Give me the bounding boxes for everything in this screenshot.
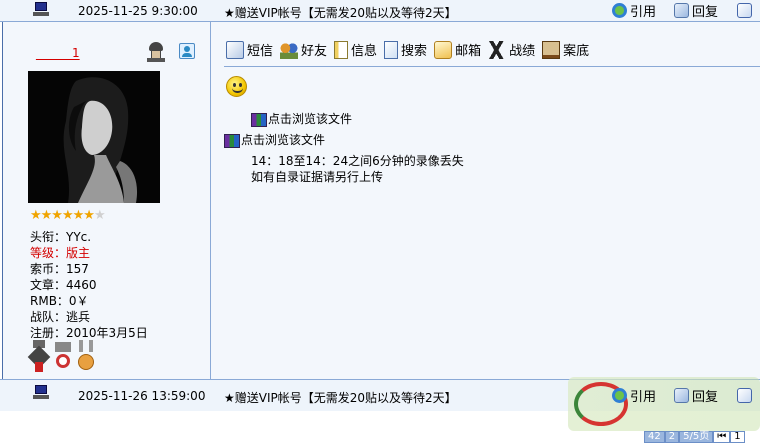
search-button[interactable]: 搜索 xyxy=(384,40,427,59)
quote-button[interactable]: 引用 xyxy=(612,386,657,405)
user-level: 等级：版主 xyxy=(30,246,91,260)
avatar xyxy=(28,71,160,203)
user-title: 头衔：YYc. xyxy=(30,230,92,244)
user-posts: 文章：4460 xyxy=(30,278,97,292)
computer-icon xyxy=(33,2,49,16)
friends-icon xyxy=(280,40,299,59)
record-button[interactable]: 战绩 xyxy=(488,40,535,59)
post-text-line: 如有自录证据请另行上传 xyxy=(251,170,384,184)
reply-button[interactable]: 回复 xyxy=(674,1,719,20)
soldier-icon xyxy=(488,40,507,59)
user-coins: 索币：157 xyxy=(30,262,89,276)
quote-icon xyxy=(612,387,627,403)
friend-button[interactable]: 好友 xyxy=(280,40,327,59)
info-label: 信息 xyxy=(351,44,378,59)
post-table xyxy=(2,0,760,411)
mail-button[interactable]: 邮箱 xyxy=(434,40,481,59)
sms-icon xyxy=(226,40,244,59)
post-title: ★赠送VIP帐号【无需发20贴以及等待2天】 xyxy=(224,391,457,405)
bottom-record-label: 案底 xyxy=(563,44,590,59)
quote-icon xyxy=(612,2,627,18)
edit-icon xyxy=(737,387,752,403)
pagination: 42 2 5/5页 ⏮ 1 xyxy=(644,431,745,443)
post-date: 2025-11-26 13:59:00 xyxy=(78,389,206,403)
edit-button[interactable] xyxy=(737,386,755,404)
mail-label: 邮箱 xyxy=(455,44,482,59)
pager-page-count: 5/5页 xyxy=(679,431,714,443)
user-status-icon xyxy=(146,42,166,62)
pager-total: 42 xyxy=(644,431,665,443)
user-team: 战队：逃兵 xyxy=(30,310,91,324)
rar-file-icon xyxy=(224,134,240,148)
medal-icon xyxy=(27,340,51,374)
info-icon xyxy=(334,40,349,59)
reply-icon xyxy=(674,387,689,403)
friend-label: 好友 xyxy=(301,44,328,59)
rar-file-icon xyxy=(251,113,267,127)
bottom-record-button[interactable]: 案底 xyxy=(542,40,589,59)
computer-icon xyxy=(33,385,49,399)
reply-label: 回复 xyxy=(692,4,719,20)
edit-icon xyxy=(737,2,752,18)
search-label: 搜索 xyxy=(401,44,428,59)
user-rating-stars: ★★★★★★★ xyxy=(30,208,106,223)
reply-button[interactable]: 回复 xyxy=(674,386,719,405)
search-icon xyxy=(384,40,399,59)
attachment-label: 点击浏览该文件 xyxy=(268,112,353,126)
quote-button[interactable]: 引用 xyxy=(612,1,657,20)
medal-icon xyxy=(53,342,73,374)
medal-icon xyxy=(76,340,96,376)
edit-button[interactable] xyxy=(737,1,755,19)
content-divider xyxy=(224,66,760,67)
reply-label: 回复 xyxy=(692,389,719,405)
medals xyxy=(27,340,99,376)
username-link[interactable]: ______1 xyxy=(36,46,80,60)
user-registered: 注册：2010年3月5日 xyxy=(30,326,148,340)
user-rmb: RMB：0￥ xyxy=(30,294,89,308)
column-separator xyxy=(210,0,211,411)
info-button[interactable]: 信息 xyxy=(334,40,377,59)
quote-label: 引用 xyxy=(630,389,657,405)
user-toolbar: 短信 好友 信息 搜索 邮箱 战绩 案底 xyxy=(226,40,596,59)
post-text-line: 14：18至14：24之间6分钟的录像丢失 xyxy=(251,154,464,168)
record-label: 战绩 xyxy=(509,44,536,59)
reply-icon xyxy=(674,2,689,18)
file-cabinet-icon xyxy=(542,40,561,59)
attachment-link[interactable]: 点击浏览该文件 xyxy=(224,131,325,148)
pager-per-page: 2 xyxy=(664,431,680,443)
quote-label: 引用 xyxy=(630,4,657,20)
sms-label: 短信 xyxy=(247,44,274,59)
pager-first-icon[interactable]: ⏮ xyxy=(713,431,731,443)
pager-page-1[interactable]: 1 xyxy=(730,431,745,443)
profile-icon[interactable] xyxy=(179,43,195,59)
attachment-link[interactable]: 点击浏览该文件 xyxy=(251,110,352,127)
smiley-icon xyxy=(226,76,247,97)
post-date: 2025-11-25 9:30:00 xyxy=(78,4,198,18)
mail-icon xyxy=(434,40,453,59)
attachment-label: 点击浏览该文件 xyxy=(241,133,326,147)
post-title: ★赠送VIP帐号【无需发20贴以及等待2天】 xyxy=(224,6,457,20)
sms-button[interactable]: 短信 xyxy=(226,40,273,59)
